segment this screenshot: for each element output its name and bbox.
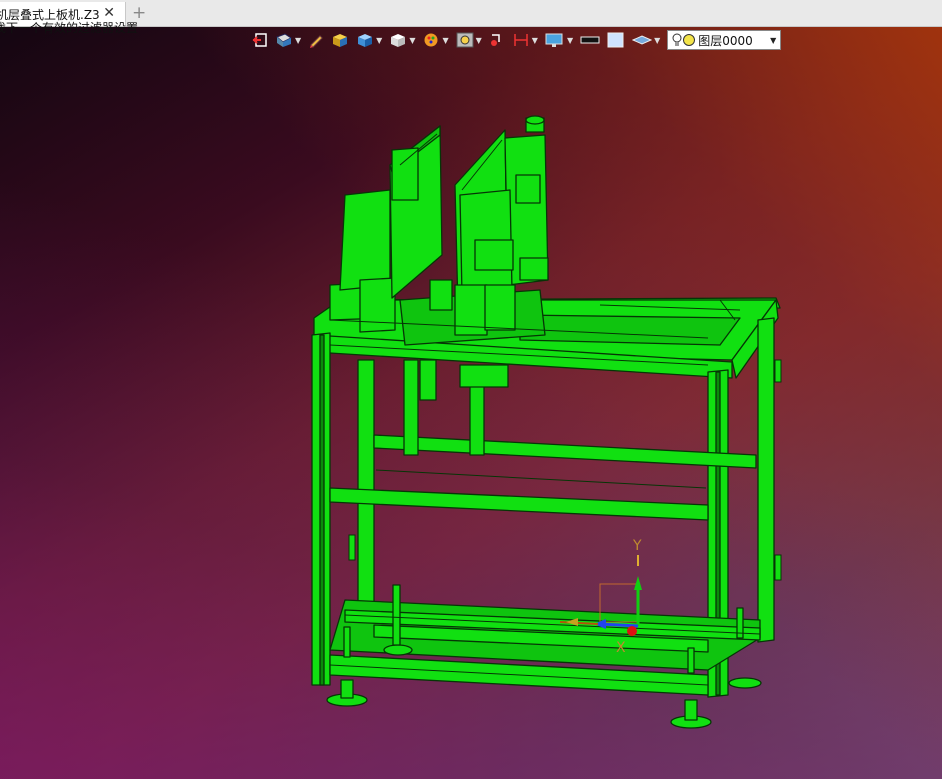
view-style-icon[interactable]: ▼ [273, 29, 303, 51]
exit-sketch-icon[interactable] [250, 29, 270, 51]
display-icon[interactable]: ▼ [543, 29, 575, 51]
axis-y-label: Y [632, 538, 642, 554]
dimension-icon[interactable]: ▼ [510, 29, 540, 51]
blue-square-icon[interactable] [605, 29, 627, 51]
color-wheel-icon[interactable]: ▼ [420, 29, 450, 51]
chevron-down-icon: ▼ [770, 35, 777, 45]
layer-dropdown[interactable]: 图层0000 ▼ [667, 30, 782, 50]
cube-blue-icon[interactable]: ▼ [354, 29, 384, 51]
cube-white-icon[interactable]: ▼ [387, 29, 417, 51]
bulb-icon [672, 33, 682, 46]
pick-icon[interactable] [487, 29, 507, 51]
black-rect-icon[interactable] [578, 29, 602, 51]
axis-x-label: X [616, 640, 626, 656]
zoom-fit-icon[interactable]: ▼ [454, 29, 484, 51]
status-message: 找下一个有效的过滤器设置 [0, 21, 139, 35]
layer-color-icon [683, 34, 696, 46]
machine-3d-model[interactable]: Y X [0, 27, 942, 779]
box-yellow-icon[interactable] [329, 29, 351, 51]
tab-bar: 机层叠式上板机.Z3 ✕ + [0, 0, 942, 27]
view-toolbar: ▼ ▼ ▼ ▼ ▼ ▼ ▼ ▼ 图层0000 ▼ [250, 28, 782, 52]
layer-plane-icon[interactable]: ▼ [630, 29, 662, 51]
layer-name: 图层0000 [698, 33, 753, 48]
pencil-icon[interactable] [306, 29, 326, 51]
